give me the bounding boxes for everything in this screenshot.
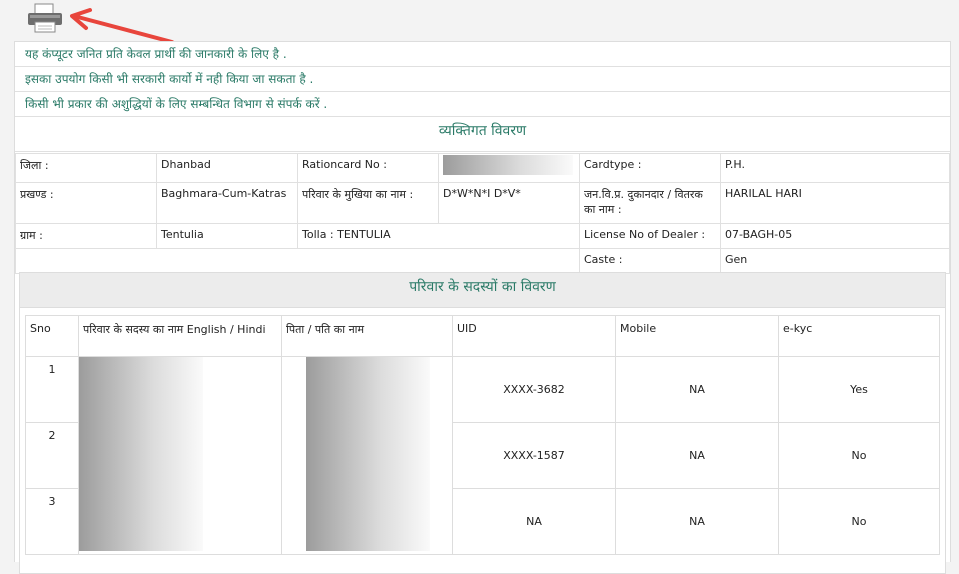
row-mobile: NA [615, 488, 779, 555]
header-member-name: परिवार के सदस्य का नाम English / Hindi [78, 315, 282, 357]
block-value: Baghmara-Cum-Katras [156, 182, 298, 224]
header-uid: UID [452, 315, 616, 357]
family-members-panel: परिवार के सदस्यों का विवरण Sno परिवार के… [19, 272, 946, 574]
row-ekyc: Yes [778, 356, 940, 423]
row-uid: XXXX-3682 [452, 356, 616, 423]
license-label: License No of Dealer : [579, 223, 721, 249]
row-sno: 3 [25, 488, 79, 555]
redacted-block [306, 357, 430, 551]
notice-line-2: इसका उपयोग किसी भी सरकारी कार्यो में नही… [15, 67, 950, 92]
row-ekyc: No [778, 488, 940, 555]
row-uid: XXXX-1587 [452, 422, 616, 489]
cardtype-label: Cardtype : [579, 153, 721, 183]
caste-value: Gen [720, 248, 950, 274]
personal-details-table: जिला : Dhanbad Rationcard No : Cardtype … [15, 153, 950, 274]
family-members-table: Sno परिवार के सदस्य का नाम English / Hin… [25, 315, 940, 555]
tolla-label: Tolla : TENTULIA [297, 223, 580, 249]
redacted-rationcard [443, 155, 573, 175]
dealer-label: जन.वि.प्र. दुकानदार / वितरक का नाम : [579, 182, 721, 224]
row-mobile: NA [615, 422, 779, 489]
block-label: प्रखण्ड : [15, 182, 157, 224]
district-label: जिला : [15, 153, 157, 183]
rationcard-label: Rationcard No : [297, 153, 439, 183]
header-sno: Sno [25, 315, 79, 357]
head-of-family-label: परिवार के मुखिया का नाम : [297, 182, 439, 224]
header-mobile: Mobile [615, 315, 779, 357]
header-father-name: पिता / पति का नाम [281, 315, 453, 357]
notice-line-3: किसी भी प्रकार की अशुद्धियों के लिए सम्ब… [15, 92, 950, 117]
printer-icon[interactable] [26, 3, 64, 33]
table-row: 1 XXXX-3682 NA Yes [25, 356, 940, 555]
dealer-value: HARILAL HARI [720, 182, 950, 224]
redacted-member-names [78, 356, 282, 555]
row-mobile: NA [615, 356, 779, 423]
village-value: Tentulia [156, 223, 298, 249]
family-members-title: परिवार के सदस्यों का विवरण [20, 273, 945, 308]
head-of-family-value: D*W*N*I D*V* [438, 182, 580, 224]
report-container: यह कंप्यूटर जनित प्रति केवल प्रार्थी की … [14, 41, 951, 574]
row-uid: NA [452, 488, 616, 555]
row-sno: 1 [25, 356, 79, 423]
license-value: 07-BAGH-05 [720, 223, 950, 249]
village-label: ग्राम : [15, 223, 157, 249]
header-ekyc: e-kyc [778, 315, 940, 357]
row-ekyc: No [778, 422, 940, 489]
empty-cell [15, 248, 580, 274]
notice-line-1: यह कंप्यूटर जनित प्रति केवल प्रार्थी की … [15, 42, 950, 67]
personal-details-title: व्यक्तिगत विवरण [15, 117, 950, 152]
caste-label: Caste : [579, 248, 721, 274]
row-sno: 2 [25, 422, 79, 489]
redacted-father-names [281, 356, 453, 555]
cardtype-value: P.H. [720, 153, 950, 183]
rationcard-value [438, 153, 580, 183]
table-header-row: Sno परिवार के सदस्य का नाम English / Hin… [25, 315, 940, 357]
redacted-block [79, 357, 203, 551]
district-value: Dhanbad [156, 153, 298, 183]
red-arrow [70, 8, 174, 44]
